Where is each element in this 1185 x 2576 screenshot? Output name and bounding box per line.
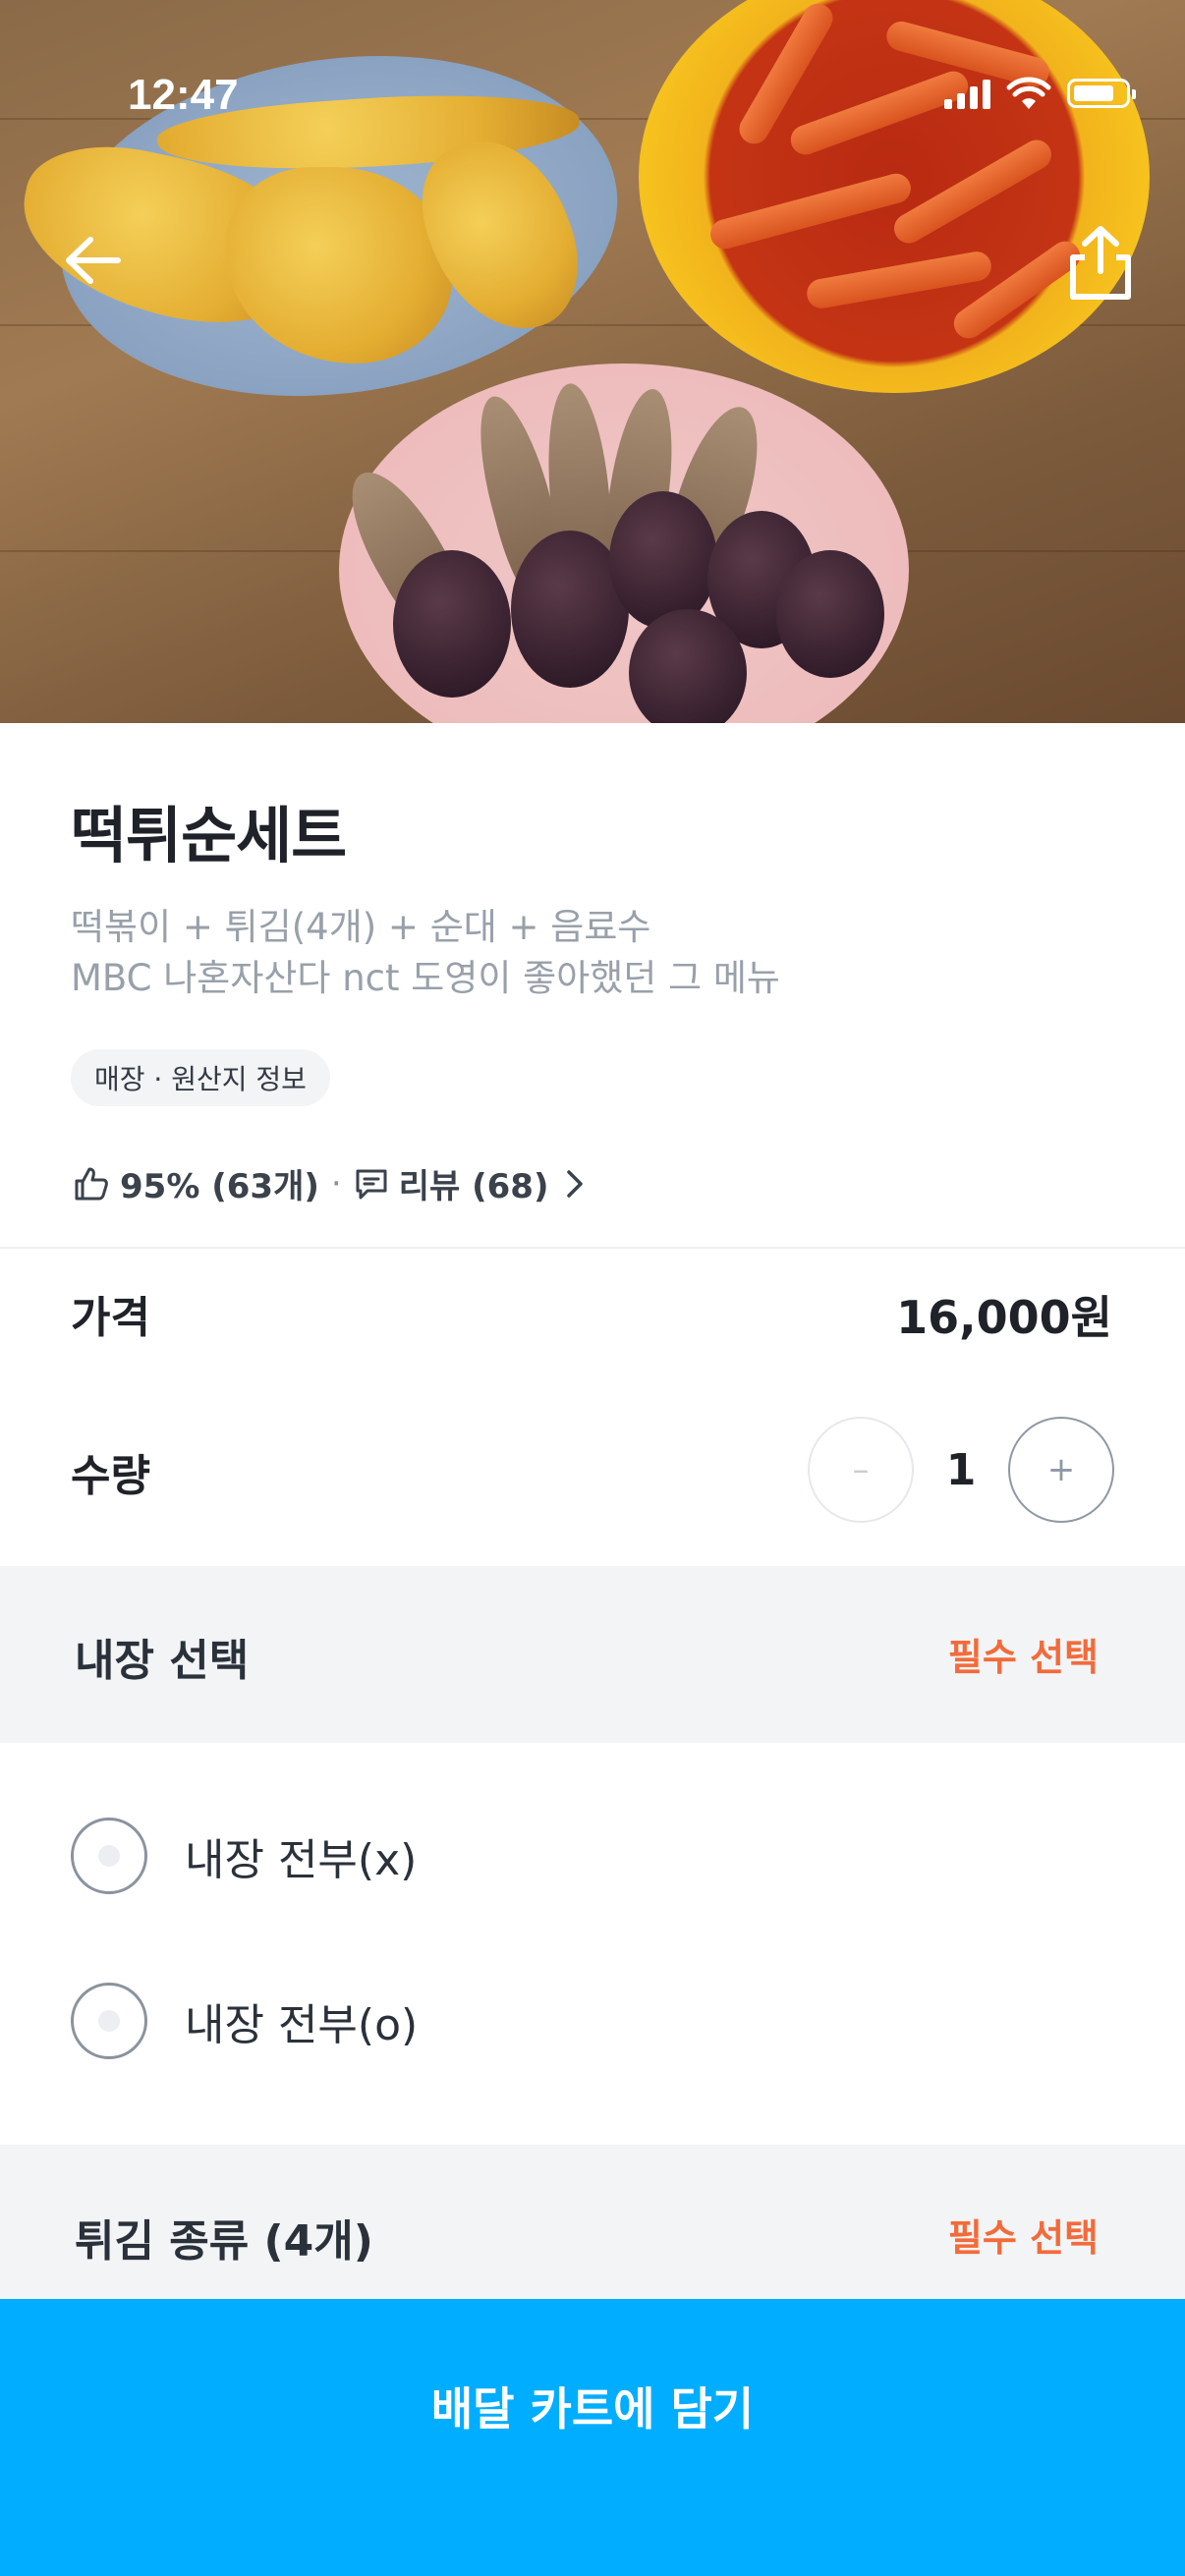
- sundae-piece: [609, 491, 717, 629]
- option-label: 내장 전부(o): [185, 2000, 419, 2050]
- description-line: 떡볶이 + 튀김(4개) + 순대 + 음료수: [71, 906, 651, 948]
- section-header-fried: 튀김 종류 (4개) 필수 선택: [0, 2145, 1185, 2302]
- quantity-stepper: – 1 +: [808, 1417, 1114, 1523]
- quantity-label: 수량: [71, 1451, 150, 1501]
- cellular-signal-icon: [944, 78, 990, 109]
- status-time: 12:47: [128, 71, 239, 119]
- option-organ-all[interactable]: 내장 전부(o): [71, 1983, 418, 2059]
- rating-percent: 95% (63개): [120, 1167, 319, 1206]
- section-header-organ: 내장 선택 필수 선택: [0, 1566, 1185, 1743]
- separator-dot: ·: [330, 1163, 342, 1204]
- share-icon: [1070, 226, 1131, 300]
- chevron-right-icon: [566, 1169, 583, 1198]
- battery-icon: [1067, 79, 1136, 108]
- radio-button[interactable]: [71, 1983, 147, 2059]
- quantity-increase-button[interactable]: +: [1008, 1417, 1114, 1523]
- divider: [0, 1247, 1185, 1249]
- review-count: 리뷰 (68): [398, 1167, 549, 1206]
- radio-button[interactable]: [71, 1818, 147, 1894]
- status-icons: [944, 77, 1136, 110]
- thumbs-up-icon: [75, 1167, 108, 1200]
- section-title: 내장 선택: [75, 1636, 250, 1686]
- required-badge: 필수 선택: [947, 1636, 1099, 1679]
- quantity-value: 1: [945, 1444, 977, 1495]
- rating-reviews-link[interactable]: 95% (63개) · 리뷰 (68): [73, 1159, 598, 1207]
- arrow-left-icon: [66, 237, 121, 284]
- price-value: 16,000원: [896, 1291, 1112, 1344]
- description-line: MBC 나혼자산다 nct 도영이 좋아했던 그 메뉴: [71, 957, 780, 999]
- wifi-icon: [1006, 77, 1051, 109]
- share-button[interactable]: [1063, 224, 1138, 303]
- sundae-piece: [776, 550, 884, 678]
- section-title: 튀김 종류 (4개): [75, 2216, 373, 2267]
- product-title: 떡튀순세트: [71, 800, 347, 871]
- option-label: 내장 전부(x): [185, 1835, 418, 1885]
- option-organ-none[interactable]: 내장 전부(x): [71, 1818, 417, 1894]
- required-badge: 필수 선택: [947, 2216, 1099, 2260]
- quantity-decrease-button[interactable]: –: [808, 1417, 914, 1523]
- back-button[interactable]: [59, 226, 128, 295]
- comment-icon: [356, 1169, 387, 1199]
- sundae-piece: [393, 550, 511, 698]
- store-origin-info-chip[interactable]: 매장 · 원산지 정보: [71, 1049, 330, 1106]
- add-to-cart-button[interactable]: 배달 카트에 담기: [0, 2299, 1185, 2576]
- product-description: 떡볶이 + 튀김(4개) + 순대 + 음료수 MBC 나혼자산다 nct 도영…: [71, 902, 780, 1004]
- price-label: 가격: [71, 1293, 150, 1343]
- add-to-cart-label: 배달 카트에 담기: [430, 2382, 755, 2436]
